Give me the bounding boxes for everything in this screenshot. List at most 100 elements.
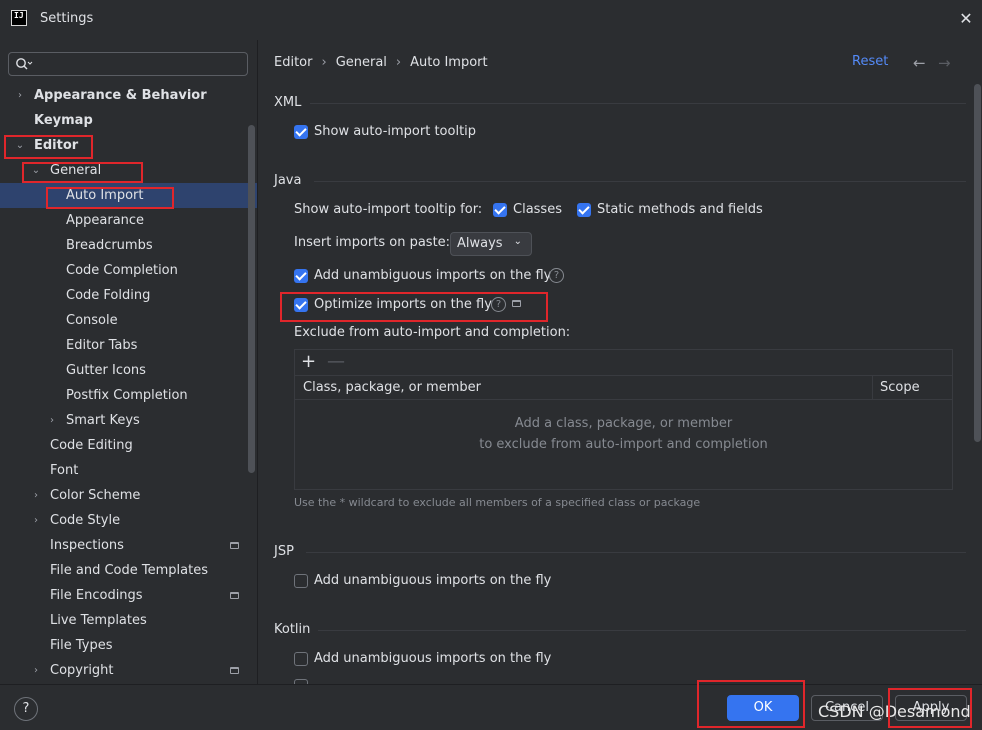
- section-title-java: Java: [274, 173, 302, 188]
- content-scrollbar[interactable]: [974, 84, 981, 442]
- sidebar-item-file-types[interactable]: File Types: [0, 633, 257, 658]
- search-icon: [16, 58, 33, 70]
- sidebar-item-code-completion[interactable]: Code Completion: [0, 258, 257, 283]
- sidebar-item-breadcrumbs[interactable]: Breadcrumbs: [0, 233, 257, 258]
- section-divider: [314, 181, 966, 182]
- sidebar-item-label: Copyright: [50, 663, 114, 678]
- sidebar-item-font[interactable]: Font: [0, 458, 257, 483]
- chevron-down-icon[interactable]: ⌄: [14, 133, 26, 158]
- ok-button[interactable]: OK: [727, 695, 799, 721]
- sidebar-item-file-and-code-templates[interactable]: File and Code Templates: [0, 558, 257, 583]
- help-question-icon[interactable]: ?: [491, 297, 506, 312]
- sidebar-item-auto-import[interactable]: Auto Import: [0, 183, 257, 208]
- project-level-icon: [230, 592, 239, 599]
- exclude-toolbar: + —: [295, 350, 952, 376]
- sidebar-item-editor-tabs[interactable]: Editor Tabs: [0, 333, 257, 358]
- intellij-logo-icon: IJ: [11, 10, 27, 26]
- wildcard-hint: Use the * wildcard to exclude all member…: [294, 496, 701, 509]
- sidebar-item-label: Appearance: [66, 213, 145, 228]
- sidebar-item-label: Breadcrumbs: [66, 238, 153, 253]
- sidebar-item-label: Code Editing: [50, 438, 133, 453]
- help-button[interactable]: ?: [14, 697, 38, 721]
- sidebar-item-label: Console: [66, 313, 118, 328]
- column-header-scope[interactable]: Scope: [880, 380, 920, 395]
- column-header-class[interactable]: Class, package, or member: [303, 380, 481, 395]
- sidebar-item-general[interactable]: ⌄ General: [0, 158, 257, 183]
- chevron-right-icon[interactable]: ›: [46, 408, 58, 433]
- sidebar-item-appearance-behavior[interactable]: › Appearance & Behavior: [0, 83, 257, 108]
- sidebar-item-postfix-completion[interactable]: Postfix Completion: [0, 383, 257, 408]
- sidebar-item-label: Live Templates: [50, 613, 147, 628]
- sidebar-item-label: Smart Keys: [66, 413, 140, 428]
- section-divider: [310, 103, 966, 104]
- insert-on-paste-dropdown[interactable]: Always ⌄: [450, 232, 532, 256]
- tooltip-for-label: Show auto-import tooltip for:: [294, 202, 483, 217]
- sidebar-item-label: Code Folding: [66, 288, 151, 303]
- back-arrow-icon[interactable]: ←: [913, 54, 926, 72]
- sidebar-item-smart-keys[interactable]: › Smart Keys: [0, 408, 257, 433]
- xml-show-tooltip-label: Show auto-import tooltip: [314, 124, 477, 139]
- settings-search-box[interactable]: [8, 52, 248, 76]
- window-title: Settings: [40, 11, 94, 26]
- breadcrumb-separator: ›: [395, 55, 402, 70]
- sidebar-item-label: Auto Import: [66, 188, 144, 203]
- java-add-unambiguous-checkbox[interactable]: [294, 269, 308, 283]
- chevron-right-icon[interactable]: ›: [30, 483, 42, 508]
- sidebar-item-inspections[interactable]: Inspections: [0, 533, 257, 558]
- search-input[interactable]: [37, 55, 242, 73]
- section-title-xml: XML: [274, 95, 302, 110]
- chevron-down-icon: ⌄: [513, 236, 522, 247]
- close-icon[interactable]: ✕: [958, 11, 974, 27]
- add-icon[interactable]: +: [301, 352, 316, 372]
- optimize-imports-checkbox[interactable]: [294, 298, 308, 312]
- reset-link[interactable]: Reset: [852, 54, 888, 69]
- sidebar-item-appearance[interactable]: Appearance: [0, 208, 257, 233]
- sidebar-item-copyright[interactable]: › Copyright: [0, 658, 257, 683]
- classes-checkbox[interactable]: [493, 203, 507, 217]
- section-title-kotlin: Kotlin: [274, 622, 311, 637]
- static-methods-checkbox[interactable]: [577, 203, 591, 217]
- chevron-right-icon[interactable]: ›: [30, 658, 42, 683]
- sidebar-item-live-templates[interactable]: Live Templates: [0, 608, 257, 633]
- sidebar-item-code-editing[interactable]: Code Editing: [0, 433, 257, 458]
- chevron-right-icon[interactable]: ›: [30, 508, 42, 533]
- remove-icon[interactable]: —: [327, 352, 345, 372]
- sidebar-item-editor[interactable]: ⌄ Editor: [0, 133, 257, 158]
- insert-on-paste-label: Insert imports on paste:: [294, 235, 451, 250]
- insert-on-paste-value: Always: [457, 236, 503, 251]
- help-question-icon[interactable]: ?: [549, 268, 564, 283]
- sidebar-item-label: Gutter Icons: [66, 363, 146, 378]
- sidebar-item-label: Editor Tabs: [66, 338, 138, 353]
- chevron-down-icon[interactable]: ⌄: [30, 158, 42, 183]
- empty-state-line2: to exclude from auto-import and completi…: [479, 437, 768, 452]
- project-level-icon: [230, 667, 239, 674]
- settings-content-panel: Editor › General › Auto Import Reset ← → XML…: [257, 40, 982, 684]
- settings-content: XML Show auto-import tooltip Java Show a…: [258, 85, 982, 684]
- sidebar-item-keymap[interactable]: Keymap: [0, 108, 257, 133]
- forward-arrow-icon[interactable]: →: [938, 54, 951, 72]
- sidebar-item-code-folding[interactable]: Code Folding: [0, 283, 257, 308]
- exclude-table: + — Class, package, or member Scope Add …: [294, 349, 953, 490]
- settings-sidebar: › Appearance & Behavior Keymap ⌄ Editor ⌄ Gene…: [0, 40, 257, 684]
- breadcrumb-auto-import: Auto Import: [410, 55, 488, 70]
- column-divider: [872, 376, 873, 400]
- breadcrumb: Editor › General › Auto Import: [274, 55, 488, 70]
- sidebar-scrollbar[interactable]: [248, 125, 255, 473]
- sidebar-item-file-encodings[interactable]: File Encodings: [0, 583, 257, 608]
- sidebar-item-label: Color Scheme: [50, 488, 141, 503]
- exclude-label: Exclude from auto-import and completion:: [294, 325, 571, 340]
- sidebar-item-code-style[interactable]: › Code Style: [0, 508, 257, 533]
- sidebar-item-console[interactable]: Console: [0, 308, 257, 333]
- title-bar: IJ Settings ✕: [0, 0, 982, 40]
- sidebar-item-label: File Encodings: [50, 588, 143, 603]
- kotlin-add-unambiguous-checkbox[interactable]: [294, 652, 308, 666]
- sidebar-item-gutter-icons[interactable]: Gutter Icons: [0, 358, 257, 383]
- sidebar-item-color-scheme[interactable]: › Color Scheme: [0, 483, 257, 508]
- sidebar-item-label: Code Style: [50, 513, 121, 528]
- kotlin-add-unambiguous-label: Add unambiguous imports on the fly: [314, 651, 552, 666]
- jsp-add-unambiguous-checkbox[interactable]: [294, 574, 308, 588]
- jsp-add-unambiguous-label: Add unambiguous imports on the fly: [314, 573, 552, 588]
- chevron-right-icon[interactable]: ›: [14, 83, 26, 108]
- sidebar-item-label: Postfix Completion: [66, 388, 188, 403]
- xml-show-tooltip-checkbox[interactable]: [294, 125, 308, 139]
